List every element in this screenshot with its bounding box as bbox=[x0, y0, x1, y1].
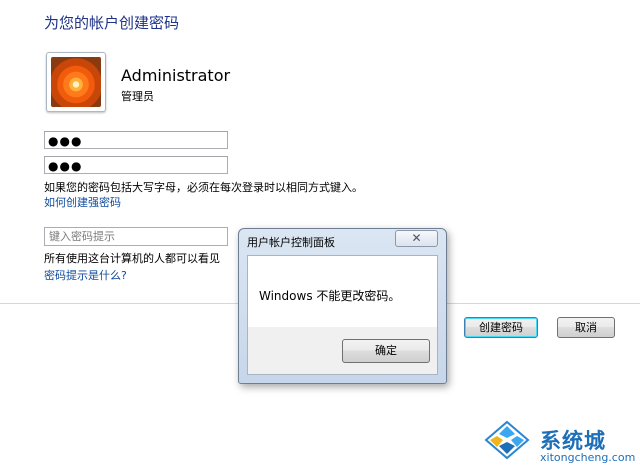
hint-visibility-note: 所有使用这台计算机的人都可以看见 bbox=[44, 252, 220, 265]
user-name: Administrator bbox=[121, 66, 231, 85]
create-password-button[interactable]: 创建密码 bbox=[464, 317, 538, 338]
dialog-message-area: Windows 不能更改密码。 bbox=[248, 256, 437, 327]
cancel-button[interactable]: 取消 bbox=[557, 317, 615, 338]
close-icon[interactable]: ✕ bbox=[395, 230, 438, 247]
flower-picture-icon bbox=[51, 57, 101, 107]
user-role: 管理员 bbox=[121, 90, 154, 103]
watermark-url: xitongcheng.com bbox=[540, 451, 636, 464]
page-title: 为您的帐户创建密码 bbox=[44, 14, 180, 32]
ok-button[interactable]: 确定 bbox=[342, 339, 430, 363]
case-sensitivity-note: 如果您的密码包括大写字母，必须在每次登录时以相同方式键入。 bbox=[44, 181, 363, 194]
error-dialog: 用户帐户控制面板 ✕ Windows 不能更改密码。 确定 bbox=[238, 228, 447, 384]
strong-password-link[interactable]: 如何创建强密码 bbox=[44, 194, 121, 210]
user-avatar bbox=[46, 52, 106, 112]
new-password-field[interactable]: ●●● bbox=[44, 131, 228, 149]
password-hint-link[interactable]: 密码提示是什么? bbox=[44, 267, 127, 283]
xitongcheng-logo-icon bbox=[484, 420, 530, 460]
dialog-body: Windows 不能更改密码。 确定 bbox=[247, 255, 438, 375]
confirm-password-field[interactable]: ●●● bbox=[44, 156, 228, 174]
dialog-message: Windows 不能更改密码。 bbox=[259, 289, 401, 303]
dialog-title: 用户帐户控制面板 bbox=[247, 236, 335, 249]
password-hint-input[interactable]: 键入密码提示 bbox=[44, 227, 228, 246]
